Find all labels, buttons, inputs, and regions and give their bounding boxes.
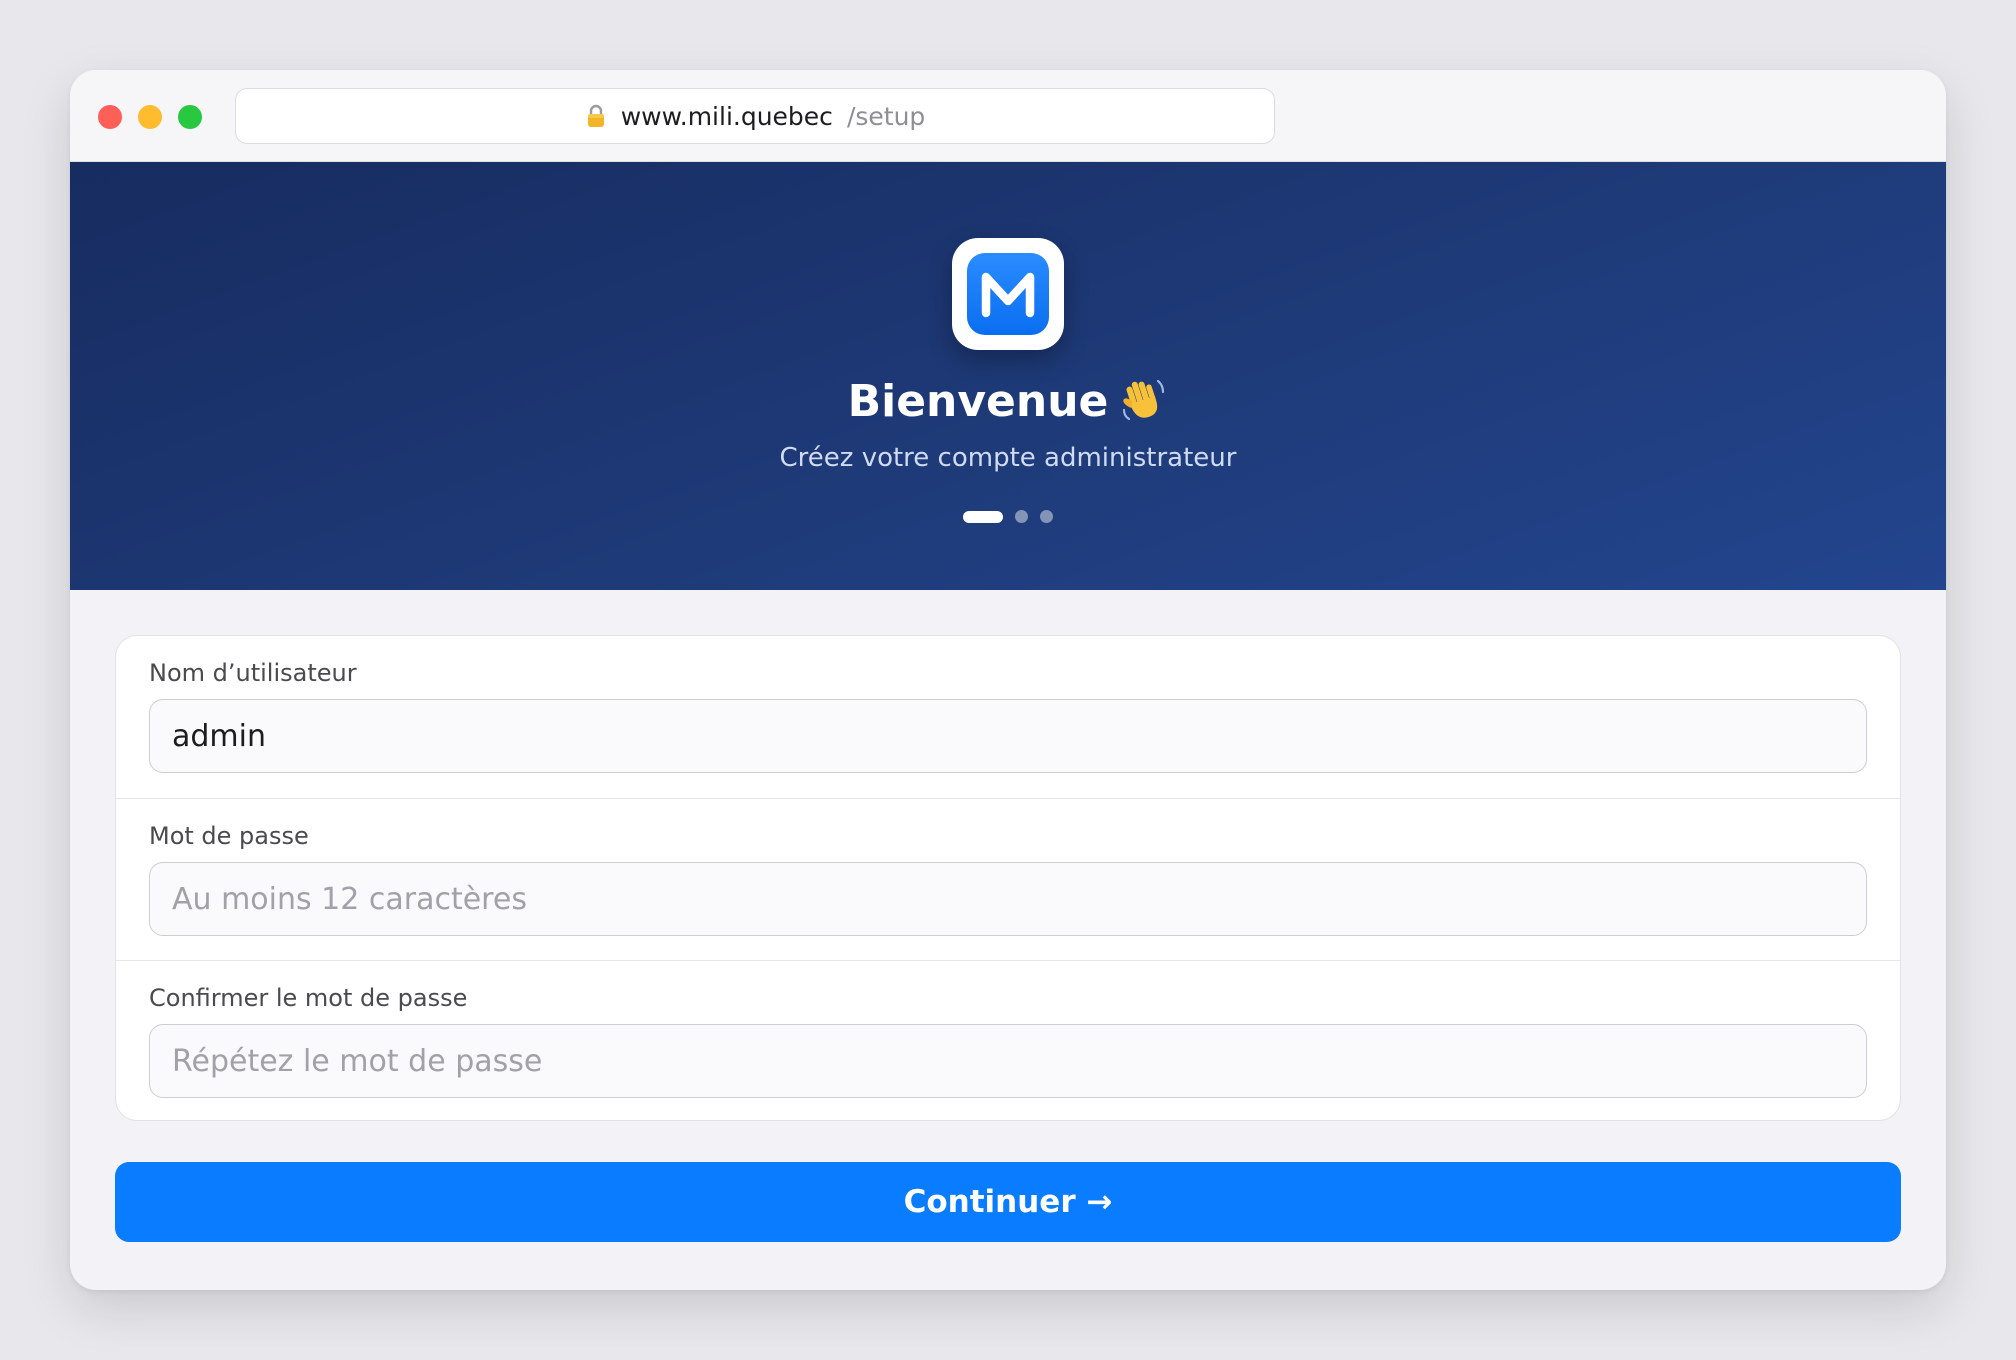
browser-window: www.mili.quebec /setup Bienvenue Créez v… (70, 70, 1946, 1290)
step-indicator (70, 510, 1946, 523)
address-bar[interactable]: www.mili.quebec /setup (235, 88, 1275, 144)
account-form: Nom d’utilisateur Mot de passe Confirmer… (115, 635, 1901, 1121)
page-title: Bienvenue (70, 372, 1946, 432)
close-window-button[interactable] (98, 105, 122, 129)
username-input[interactable] (149, 699, 1867, 773)
step-dot-3 (1040, 510, 1053, 523)
confirm-password-field-group: Confirmer le mot de passe (116, 960, 1900, 1120)
confirm-password-label: Confirmer le mot de passe (149, 984, 468, 1012)
m-logo-icon (967, 253, 1049, 335)
continue-button[interactable]: Continuer → (115, 1162, 1901, 1242)
lock-icon (585, 104, 607, 128)
confirm-password-input[interactable] (149, 1024, 1867, 1098)
url-domain: www.mili.quebec (620, 101, 833, 131)
password-field-group: Mot de passe (116, 798, 1900, 960)
step-dot-1-active (963, 510, 1003, 523)
password-label: Mot de passe (149, 822, 309, 850)
url-path: /setup (846, 101, 926, 131)
page-subtitle: Créez votre compte administrateur (779, 443, 1237, 473)
waving-hand-icon (1118, 374, 1168, 424)
password-input[interactable] (149, 862, 1867, 936)
username-label: Nom d’utilisateur (149, 659, 357, 687)
app-logo (952, 238, 1064, 350)
browser-titlebar: www.mili.quebec /setup (70, 70, 1946, 162)
welcome-title-text: Bienvenue (847, 376, 1109, 427)
username-field-group: Nom d’utilisateur (116, 636, 1900, 797)
minimize-window-button[interactable] (138, 105, 162, 129)
zoom-window-button[interactable] (178, 105, 202, 129)
step-dot-2 (1015, 510, 1028, 523)
welcome-header: Bienvenue Créez votre compte administrat… (70, 162, 1946, 590)
